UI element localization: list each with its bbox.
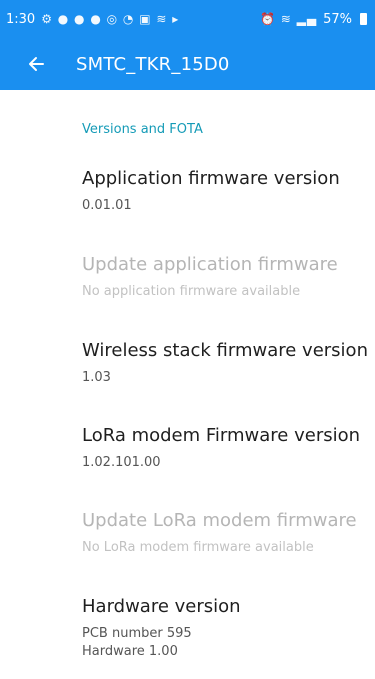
- notification-icons: ⚙ ● ● ● ◎ ◔ ▣ ≋ ▸: [41, 12, 180, 26]
- section-header-versions-fota: Versions and FOTA: [82, 122, 203, 137]
- pref-update-lora-modem-firmware: Update LoRa modem firmware No LoRa modem…: [82, 510, 357, 557]
- battery-percent: 57%: [323, 11, 352, 27]
- pref-title: Update LoRa modem firmware: [82, 510, 357, 531]
- pref-wireless-stack-firmware-version[interactable]: Wireless stack firmware version 1.03: [82, 340, 368, 387]
- pref-summary: PCB number 595 Hardware 1.00: [82, 625, 241, 661]
- signal-icons: ⏰ ≋ ▂▄: [260, 12, 318, 26]
- app-bar: SMTC_TKR_15D0: [0, 38, 375, 90]
- pref-summary: 1.02.101.00: [82, 455, 161, 470]
- status-time: 1:30: [6, 11, 36, 27]
- pref-summary: No application firmware available: [82, 284, 301, 299]
- pref-title: Wireless stack firmware version: [82, 340, 368, 361]
- pcb-number-line: PCB number 595: [82, 626, 192, 641]
- pref-lora-modem-firmware-version[interactable]: LoRa modem Firmware version 1.02.101.00: [82, 425, 360, 472]
- pref-summary: 1.03: [82, 370, 111, 385]
- hardware-line: Hardware 1.00: [82, 644, 178, 659]
- pref-application-firmware-version[interactable]: Application firmware version 0.01.01: [82, 168, 340, 215]
- pref-summary: No LoRa modem firmware available: [82, 540, 314, 555]
- pref-title: LoRa modem Firmware version: [82, 425, 361, 446]
- pref-title: Update application firmware: [82, 254, 338, 275]
- pref-title: Hardware version: [82, 596, 241, 617]
- pref-summary: 0.01.01: [82, 198, 132, 213]
- status-bar: 1:30 ⚙ ● ● ● ◎ ◔ ▣ ≋ ▸ ⏰ ≋ ▂▄ 57%: [0, 0, 375, 38]
- battery-icon: [360, 13, 367, 25]
- pref-hardware-version[interactable]: Hardware version PCB number 595 Hardware…: [82, 596, 241, 661]
- back-arrow-icon[interactable]: [24, 52, 48, 76]
- pref-update-application-firmware: Update application firmware No applicati…: [82, 254, 338, 301]
- pref-title: Application firmware version: [82, 168, 340, 189]
- app-bar-title: SMTC_TKR_15D0: [76, 53, 230, 75]
